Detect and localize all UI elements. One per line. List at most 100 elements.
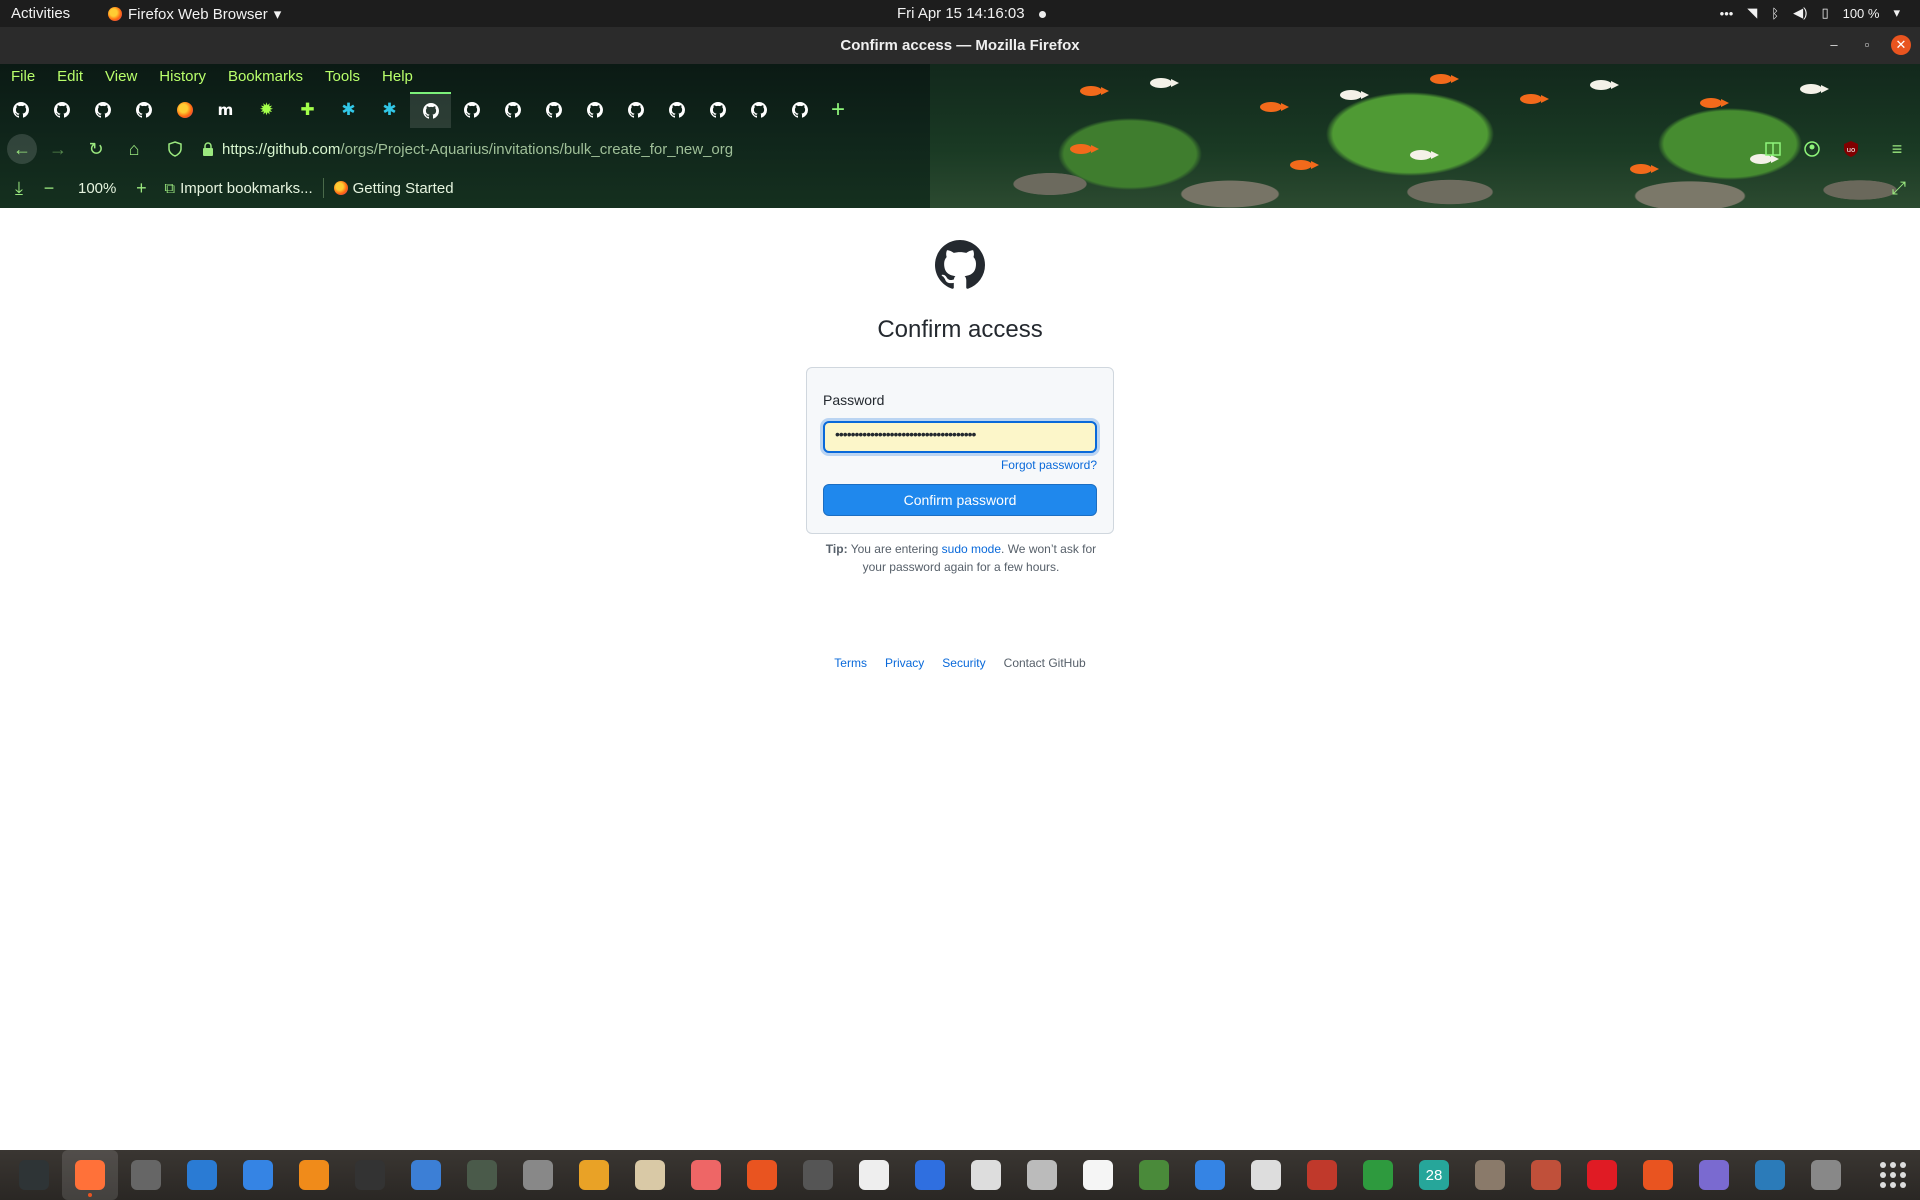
app-menu[interactable]: Firefox Web Browser ▾ — [108, 5, 281, 23]
dock-item-update[interactable] — [1630, 1150, 1686, 1200]
footer-privacy-link[interactable]: Privacy — [885, 656, 924, 670]
sudo-mode-link[interactable]: sudo mode — [942, 542, 1001, 556]
dock-item-screenshot[interactable] — [454, 1150, 510, 1200]
zoom-level[interactable]: 100% — [64, 180, 126, 197]
activities-button[interactable]: Activities — [11, 5, 70, 22]
tab-2[interactable] — [82, 92, 123, 128]
menu-history[interactable]: History — [148, 64, 217, 90]
getting-started-bookmark[interactable]: Getting Started — [326, 180, 462, 197]
dock-item-spreadsheet[interactable] — [1350, 1150, 1406, 1200]
show-applications-icon[interactable] — [1880, 1162, 1906, 1188]
footer-contact-link[interactable]: Contact GitHub — [1004, 656, 1086, 670]
footer-security-link[interactable]: Security — [942, 656, 985, 670]
dock-item-app-center[interactable] — [1798, 1150, 1854, 1200]
tab-6[interactable]: ✹ — [246, 92, 287, 128]
tab-18[interactable] — [738, 92, 779, 128]
tab-13[interactable] — [533, 92, 574, 128]
dock-item-game[interactable] — [1518, 1150, 1574, 1200]
tab-4[interactable] — [164, 92, 205, 128]
menu-edit[interactable]: Edit — [46, 64, 94, 90]
menu-help[interactable]: Help — [371, 64, 424, 90]
menu-file[interactable]: File — [0, 64, 46, 90]
github-icon — [463, 102, 480, 118]
zoom-out-button[interactable]: − — [34, 178, 64, 199]
dock-item-terminal[interactable] — [342, 1150, 398, 1200]
dock-item-settings[interactable] — [118, 1150, 174, 1200]
footer-terms-link[interactable]: Terms — [834, 656, 867, 670]
tab-15[interactable] — [615, 92, 656, 128]
dock-item-camera[interactable] — [1686, 1150, 1742, 1200]
dock-item-calculator[interactable] — [566, 1150, 622, 1200]
dock-item-writer[interactable] — [174, 1150, 230, 1200]
dock-item-system-monitor[interactable] — [6, 1150, 62, 1200]
fullscreen-icon[interactable]: ⤢ — [1884, 178, 1914, 199]
github-icon — [627, 102, 644, 118]
forgot-password-link[interactable]: Forgot password? — [1001, 458, 1097, 472]
tab-11[interactable] — [451, 92, 492, 128]
new-tab-button[interactable]: + — [820, 92, 856, 128]
more-icon[interactable]: ••• — [1720, 6, 1734, 21]
home-button[interactable]: ⌂ — [121, 136, 147, 162]
dock-item-document-scanner[interactable] — [958, 1150, 1014, 1200]
forward-button[interactable]: → — [45, 136, 71, 162]
window-title-bar[interactable]: Confirm access — Mozilla Firefox – ▫ ✕ — [0, 27, 1920, 64]
tab-8[interactable]: ✱ — [328, 92, 369, 128]
save-to-pocket-icon[interactable]: ⤓ — [4, 178, 34, 199]
confirm-password-button[interactable]: Confirm password — [823, 484, 1097, 516]
dock-item-tasks[interactable] — [902, 1150, 958, 1200]
dock-item-disk[interactable] — [790, 1150, 846, 1200]
dock-item-pdf[interactable] — [1294, 1150, 1350, 1200]
dock-item-remote-desktop[interactable] — [1742, 1150, 1798, 1200]
dock-item-gimp[interactable] — [1462, 1150, 1518, 1200]
dock-item-calendar[interactable]: 28 — [1406, 1150, 1462, 1200]
dock-item-software-center[interactable] — [734, 1150, 790, 1200]
minimize-icon[interactable]: – — [1824, 35, 1844, 55]
dock-item-archive[interactable] — [1014, 1150, 1070, 1200]
menu-view[interactable]: View — [94, 64, 148, 90]
dock-item-music[interactable] — [1238, 1150, 1294, 1200]
url-bar[interactable]: https://github.com/orgs/Project-Aquarius… — [160, 136, 1060, 162]
menu-bookmarks[interactable]: Bookmarks — [217, 64, 314, 90]
system-tray[interactable]: ••• ◥ ᛒ ◀) ▯ 100 % ▾ — [1720, 5, 1900, 21]
dock-item-help[interactable] — [230, 1150, 286, 1200]
import-bookmarks-link[interactable]: ⧉ Import bookmarks... — [156, 180, 320, 197]
dock-item-text-editor[interactable] — [398, 1150, 454, 1200]
dock-item-files[interactable] — [622, 1150, 678, 1200]
tab-1[interactable] — [41, 92, 82, 128]
tab-3[interactable] — [123, 92, 164, 128]
back-button[interactable]: ← — [7, 134, 37, 164]
dock-item-alert[interactable] — [1574, 1150, 1630, 1200]
maximize-icon[interactable]: ▫ — [1857, 35, 1877, 55]
dock-item-vim[interactable] — [1126, 1150, 1182, 1200]
app-menu-button[interactable]: ≡ — [1884, 136, 1910, 162]
account-icon[interactable] — [1803, 140, 1821, 158]
tab-14[interactable] — [574, 92, 615, 128]
tab-0[interactable] — [0, 92, 41, 128]
password-input[interactable]: •••••••••••••••••••••••••••••••••••• — [823, 421, 1097, 453]
tab-19[interactable] — [779, 92, 820, 128]
tab-9[interactable]: ✱ — [369, 92, 410, 128]
close-icon[interactable]: ✕ — [1891, 35, 1911, 55]
dock-item-image-viewer[interactable] — [510, 1150, 566, 1200]
reader-view-icon[interactable] — [1764, 140, 1782, 158]
tab-16[interactable] — [656, 92, 697, 128]
reload-button[interactable]: ↻ — [83, 136, 109, 162]
dock-item-firefox[interactable] — [62, 1150, 118, 1200]
tab-7[interactable]: ✚ — [287, 92, 328, 128]
github-logo-icon[interactable] — [935, 240, 985, 290]
tracking-protection-shield-icon[interactable] — [168, 141, 182, 157]
dock-item-waveform[interactable] — [678, 1150, 734, 1200]
dock-item-screen-recorder[interactable] — [1182, 1150, 1238, 1200]
tab-12[interactable] — [492, 92, 533, 128]
tab-17[interactable] — [697, 92, 738, 128]
clock[interactable]: Fri Apr 15 14:16:03 — [897, 5, 1046, 22]
dock-item-inkscape[interactable] — [846, 1150, 902, 1200]
dock-item-character-map[interactable] — [1070, 1150, 1126, 1200]
tab-5[interactable]: m — [205, 92, 246, 128]
dock-item-vlc[interactable] — [286, 1150, 342, 1200]
menu-tools[interactable]: Tools — [314, 64, 371, 90]
zoom-in-button[interactable]: + — [126, 178, 156, 199]
tab-10[interactable] — [410, 92, 451, 128]
ublock-origin-icon[interactable]: uo — [1842, 140, 1860, 158]
lock-icon[interactable] — [202, 142, 214, 156]
